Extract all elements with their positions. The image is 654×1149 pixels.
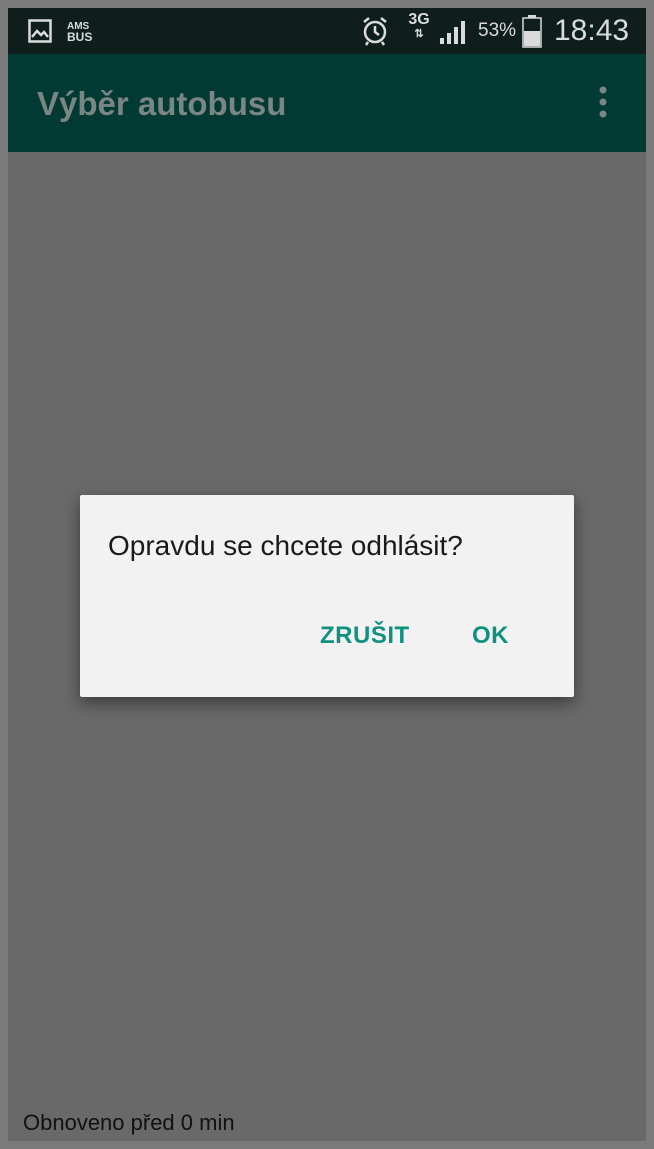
svg-text:BUS: BUS: [67, 30, 92, 44]
refresh-status: Obnoveno před 0 min: [23, 1110, 235, 1135]
alarm-clock-icon: [360, 16, 390, 46]
overflow-menu-icon[interactable]: [588, 84, 618, 124]
signal-bars-icon: [438, 18, 470, 46]
ok-button[interactable]: OK: [472, 621, 509, 651]
gallery-icon: [28, 19, 52, 43]
dialog-message: Opravdu se chcete odhlásit?: [108, 530, 463, 561]
status-clock: 18:43: [554, 14, 630, 47]
battery-icon: [522, 14, 542, 48]
status-bar: AMS BUS 3G ⇅ 53% 18:43: [8, 8, 646, 54]
network-type-label: 3G: [408, 11, 430, 28]
network-type-indicator: 3G ⇅: [406, 12, 432, 50]
screen: AMS BUS 3G ⇅ 53% 18:43 Výběr autobusu Ob…: [8, 8, 646, 1141]
battery-percent: 53%: [478, 20, 517, 41]
logout-confirm-dialog: Opravdu se chcete odhlásit? ZRUŠIT OK: [80, 495, 574, 697]
page-title: Výběr autobusu: [37, 85, 287, 122]
amsbus-icon: AMS BUS: [66, 18, 100, 44]
app-bar: Výběr autobusu: [8, 54, 646, 152]
cancel-button[interactable]: ZRUŠIT: [320, 621, 410, 651]
data-arrows-icon: ⇅: [414, 28, 424, 40]
